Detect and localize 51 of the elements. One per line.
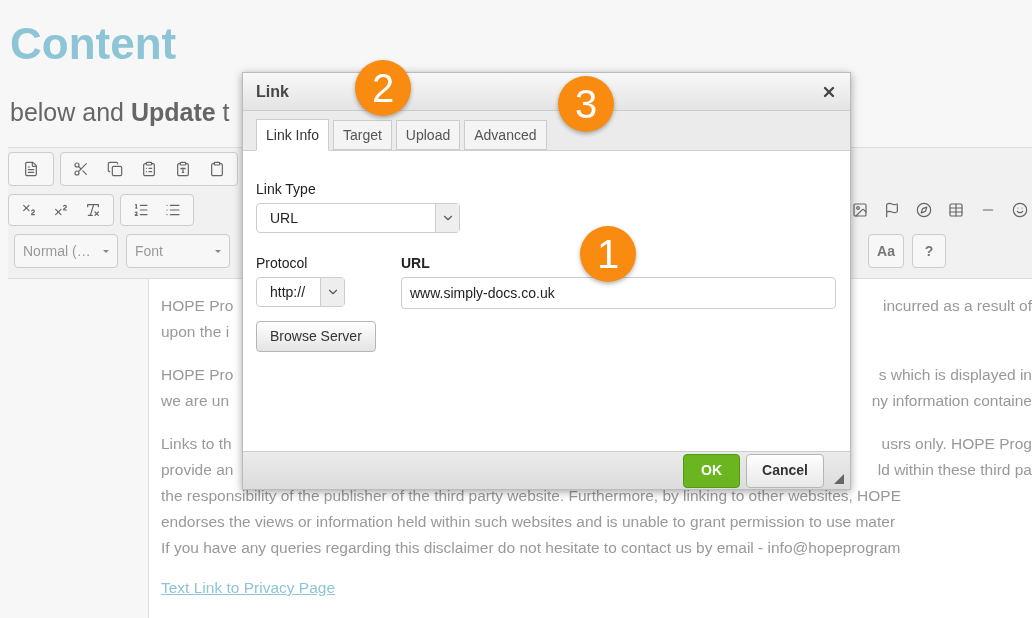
toolbar-button[interactable]: ?	[912, 234, 946, 268]
paragraph-text: HOPE Pro	[161, 365, 234, 385]
paragraph-text: ld within these third pa	[877, 460, 1032, 480]
paragraph-text: If you have any queries regarding this disclaimer do not hesitate to contact us by email - info@hopeprogram	[161, 538, 901, 558]
link-type-select[interactable]: URL	[256, 203, 460, 233]
paragraph-text: incurred as a result of	[882, 296, 1032, 316]
cut-icon[interactable]	[73, 161, 89, 177]
page-title: Content	[10, 22, 178, 66]
field-label: URL	[401, 254, 430, 273]
dialog-tab[interactable]: Advanced	[464, 120, 547, 150]
field-label: Protocol	[256, 254, 308, 273]
paragraph-text: endorses the views or information held within such websites and is unable to grant permission to use mater	[161, 512, 896, 532]
bullet-list-icon[interactable]	[165, 202, 181, 218]
paste-icon[interactable]	[141, 161, 157, 177]
paragraph-text: the responsibility of the publisher of the third party website. Furthermore, by linking to other websites, HOPE	[161, 486, 902, 506]
resize-grip-icon[interactable]	[834, 474, 844, 484]
browse-server-button[interactable]: Browse Server	[256, 321, 376, 352]
field-label: Link Type	[256, 180, 316, 199]
subscript-icon[interactable]	[21, 202, 37, 218]
paragraph-text: usrs only. HOPE Prog	[881, 434, 1032, 454]
flag-icon[interactable]	[884, 202, 900, 218]
paragraph-text: ny information containe	[871, 391, 1032, 411]
toolbar-button[interactable]: Aa	[868, 234, 904, 268]
image-icon[interactable]	[852, 202, 868, 218]
paragraph-text: upon the i	[161, 322, 230, 342]
dialog-title: Link	[256, 81, 289, 102]
caret-icon	[215, 249, 221, 253]
table-icon[interactable]	[948, 202, 964, 218]
dialog-tab[interactable]: Upload	[395, 120, 461, 150]
caret-icon	[103, 249, 109, 253]
paragraph-text: provide an	[161, 460, 234, 480]
smiley-icon[interactable]	[1012, 202, 1028, 218]
compass-icon[interactable]	[916, 202, 932, 218]
numbered-callout: 2	[355, 60, 411, 116]
superscript-icon[interactable]	[53, 202, 69, 218]
paste-text-icon[interactable]	[175, 161, 191, 177]
copy-icon[interactable]	[107, 161, 123, 177]
url-field[interactable]: www.simply-docs.co.uk	[401, 277, 836, 309]
dialog-tab[interactable]: Target	[332, 120, 392, 150]
remove-format-icon[interactable]	[85, 202, 101, 218]
clipboard-icon[interactable]	[209, 161, 225, 177]
document-icon[interactable]	[23, 161, 39, 177]
paragraph-text: Links to th	[161, 434, 232, 454]
numbered-list-icon[interactable]	[133, 202, 149, 218]
paragraph-text: s which is displayed in	[878, 365, 1032, 385]
paragraph-text: we are un	[161, 391, 230, 411]
page-subtitle: below and Update t	[10, 100, 230, 125]
paragraph-text: HOPE Pro	[161, 296, 234, 316]
protocol-select[interactable]: http://	[256, 277, 345, 307]
cancel-button[interactable]: Cancel	[746, 453, 824, 488]
dialog-tab[interactable]: Link Info	[256, 119, 329, 151]
